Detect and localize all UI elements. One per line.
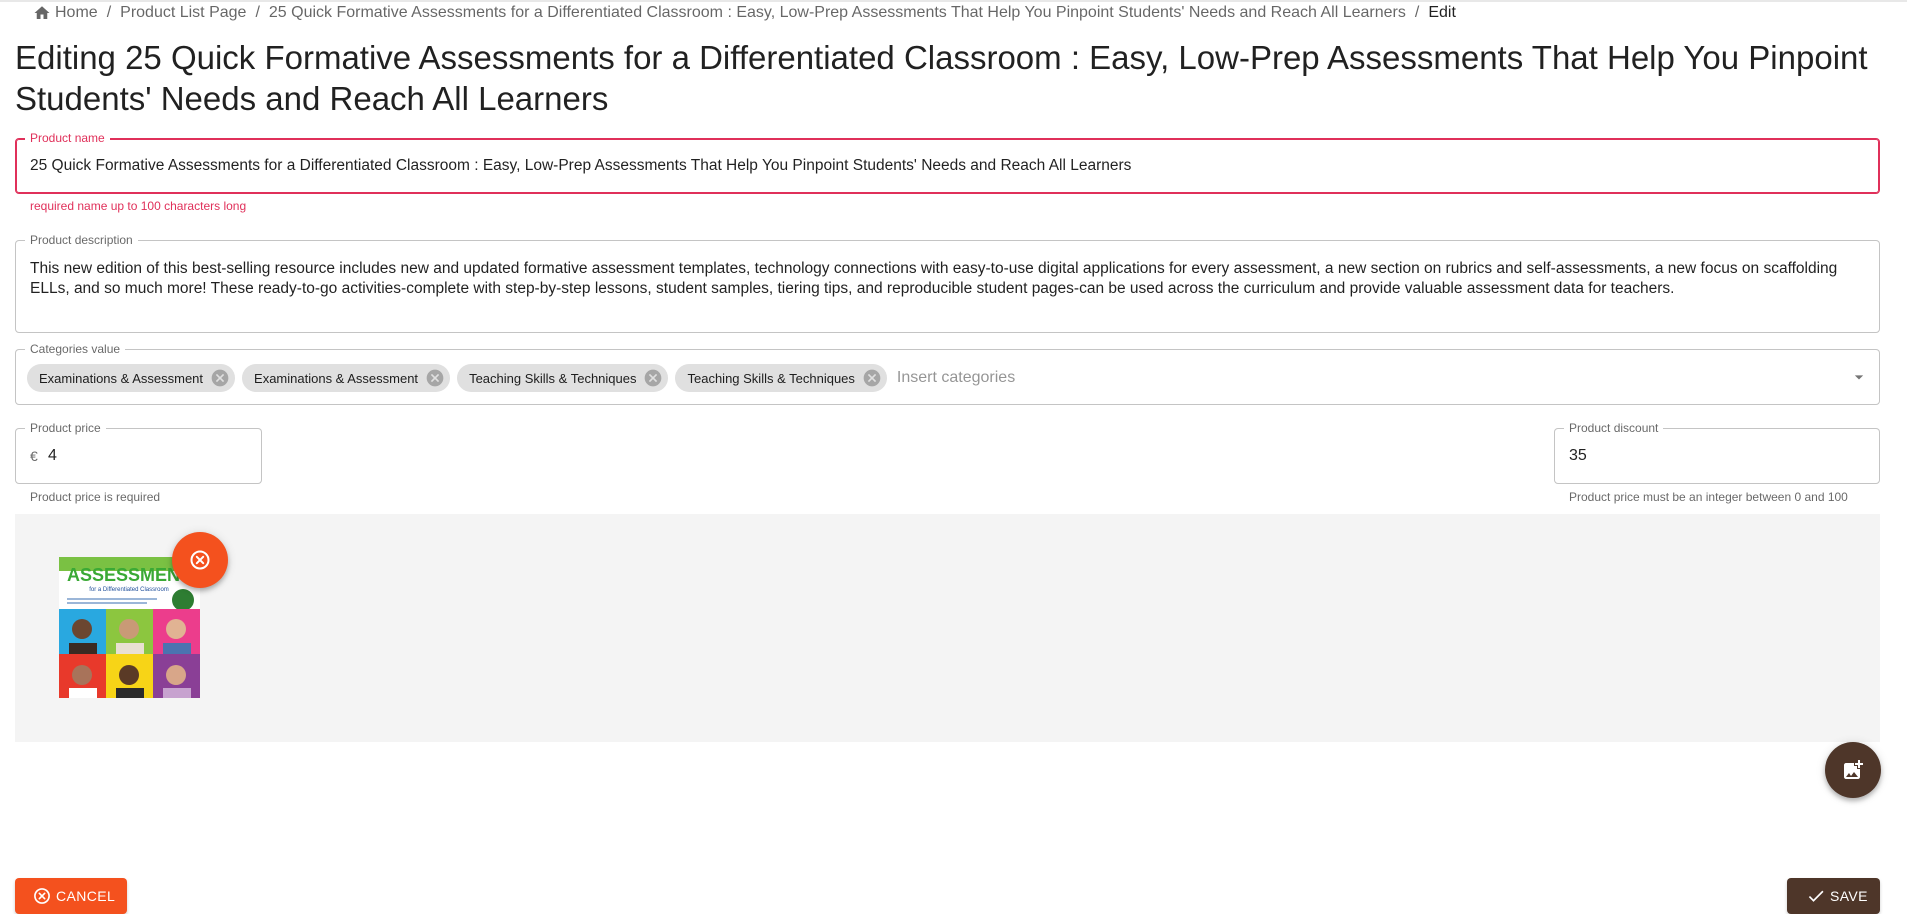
page-title: Editing 25 Quick Formative Assessments f… [15, 39, 1868, 117]
breadcrumb-product-list[interactable]: Product List Page [120, 4, 246, 22]
category-chip-label: Teaching Skills & Techniques [687, 370, 855, 386]
product-name-helper: required name up to 100 characters long [30, 199, 247, 213]
breadcrumb-separator: / [255, 4, 260, 21]
category-chip-label: Teaching Skills & Techniques [469, 370, 637, 386]
product-name-field[interactable]: Product name 25 Quick Formative Assessme… [15, 130, 1880, 194]
product-price-label: Product price [25, 420, 106, 436]
product-discount-helper: Product price must be an integer between… [1569, 490, 1848, 504]
image-gallery: ASSESSMENT for a Differentiated Classroo… [15, 514, 1880, 742]
categories-field[interactable]: Categories value Examinations & Assessme… [15, 341, 1880, 405]
chip-delete-icon[interactable] [210, 368, 230, 388]
categories-label: Categories value [25, 341, 126, 357]
category-chip: Teaching Skills & Techniques [675, 364, 887, 392]
breadcrumb-current: Edit [1428, 4, 1456, 21]
product-price-input[interactable]: 4 [48, 447, 57, 465]
add-photo-icon [1844, 760, 1863, 779]
save-button-label: SAVE [1830, 888, 1868, 904]
category-chip-label: Examinations & Assessment [39, 370, 204, 386]
product-price-field[interactable]: Product price € 4 [15, 420, 262, 484]
product-discount-label: Product discount [1564, 420, 1664, 436]
cancel-circle-icon [34, 888, 50, 904]
cancel-circle-icon [190, 550, 210, 570]
dropdown-arrow-icon[interactable] [1849, 367, 1869, 387]
categories-input[interactable]: Insert categories [897, 369, 1015, 387]
cancel-button[interactable]: CANCEL [15, 878, 127, 914]
save-button[interactable]: SAVE [1787, 878, 1880, 914]
category-chip: Examinations & Assessment [27, 364, 236, 392]
chip-delete-icon[interactable] [425, 368, 445, 388]
breadcrumb-home[interactable]: Home [33, 4, 98, 22]
breadcrumb-separator: / [1414, 4, 1420, 21]
chip-delete-icon[interactable] [643, 368, 663, 388]
product-discount-input[interactable]: 35 [1569, 447, 1587, 465]
product-name-input[interactable]: 25 Quick Formative Assessments for a Dif… [30, 157, 1131, 175]
product-name-label: Product name [25, 130, 110, 146]
product-discount-field[interactable]: Product discount 35 [1554, 420, 1880, 484]
category-chip-label: Examinations & Assessment [254, 370, 419, 386]
breadcrumb-product[interactable]: 25 Quick Formative Assessments for a Dif… [269, 4, 1406, 22]
category-chip: Teaching Skills & Techniques [457, 364, 669, 392]
add-photo-button[interactable] [1825, 742, 1881, 798]
cancel-button-label: CANCEL [56, 888, 116, 904]
chip-delete-icon[interactable] [862, 368, 882, 388]
breadcrumb: Home / Product List Page / 25 Quick Form… [33, 2, 1456, 24]
category-chip: Examinations & Assessment [242, 364, 451, 392]
breadcrumb-separator: / [106, 4, 112, 21]
remove-image-button[interactable] [172, 532, 228, 588]
product-description-field[interactable]: Product description This new edition of … [15, 232, 1880, 333]
product-price-helper: Product price is required [30, 490, 161, 504]
product-description-input[interactable]: This new edition of this best-selling re… [30, 259, 1866, 298]
cover-subtitle: for a Differentiated Classroom [89, 587, 169, 593]
breadcrumb-home-label: Home [55, 4, 98, 21]
home-icon [34, 6, 50, 19]
category-chips: Examinations & Assessment Examinations &… [27, 364, 1015, 392]
currency-symbol: € [30, 448, 38, 464]
check-icon [1808, 890, 1824, 902]
product-description-label: Product description [25, 232, 138, 248]
